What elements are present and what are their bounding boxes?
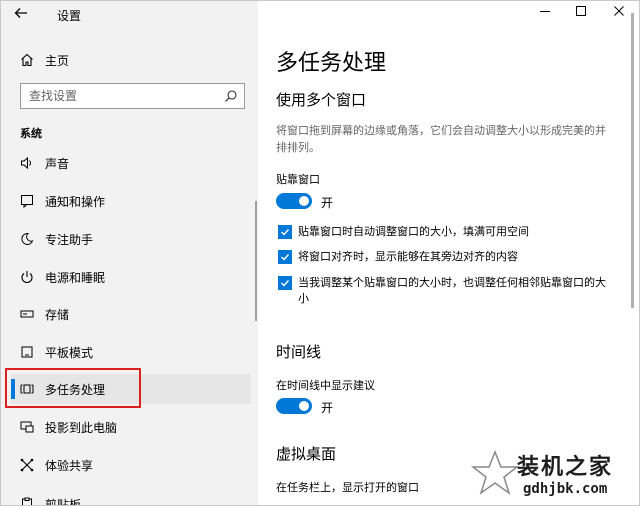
back-arrow-icon: [14, 8, 27, 18]
home-nav-item[interactable]: 主页: [11, 47, 251, 73]
watermark-title: 装机之家: [517, 454, 614, 480]
sidebar-item-storage[interactable]: 存储: [11, 299, 251, 329]
highlight-annotation-box: [5, 368, 141, 408]
notification-icon: [19, 193, 35, 209]
search-icon[interactable]: [224, 89, 238, 103]
moon-icon: [19, 231, 35, 247]
section-heading-timeline: 时间线: [276, 343, 322, 361]
close-button[interactable]: [609, 5, 629, 23]
sidebar-item-label: 体验共享: [45, 458, 94, 473]
speaker-icon: [19, 155, 35, 171]
sidebar-item-label: 电源和睡眠: [45, 270, 106, 285]
sidebar: 设置 主页 系统 声音 通知和操作: [1, 1, 258, 506]
snap-windows-toggle[interactable]: [276, 193, 312, 209]
sidebar-item-label: 存储: [45, 307, 70, 322]
home-label: 主页: [45, 53, 70, 68]
page-title: 多任务处理: [276, 51, 387, 76]
power-icon: [19, 269, 35, 285]
sidebar-item-clipboard[interactable]: 剪贴板: [11, 489, 251, 506]
sidebar-item-shared-experiences[interactable]: 体验共享: [11, 450, 251, 480]
clipboard-icon: [19, 496, 35, 505]
timeline-suggestions-toggle[interactable]: [276, 398, 312, 414]
star-logo-icon: [471, 449, 519, 495]
snap-toggle-title: 贴靠窗口: [276, 173, 320, 186]
search-box[interactable]: [20, 83, 245, 109]
checkmark-icon: [281, 280, 290, 287]
snap-option-fill-label: 贴靠窗口时自动调整窗口的大小，填满可用空间: [298, 225, 529, 238]
sidebar-scrollbar[interactable]: [255, 201, 257, 321]
sidebar-item-label: 投影到此电脑: [45, 420, 118, 435]
section-heading-snap: 使用多个窗口: [276, 91, 367, 109]
sidebar-item-focus-assist[interactable]: 专注助手: [11, 224, 251, 254]
storage-icon: [19, 306, 35, 322]
snap-option-fill-checkbox[interactable]: [278, 225, 292, 239]
section-heading-virtual-desktops: 虚拟桌面: [276, 445, 337, 463]
watermark: 装机之家 gdhjbk.com: [471, 447, 639, 505]
section-title: 系统: [20, 127, 42, 140]
maximize-button[interactable]: [571, 5, 591, 23]
sidebar-item-tablet-mode[interactable]: 平板模式: [11, 337, 251, 367]
content-pane: 多任务处理 使用多个窗口 将窗口拖到屏幕的边缘或角落，它们会自动调整大小以形成完…: [258, 1, 639, 505]
back-button[interactable]: [13, 5, 35, 27]
close-icon: [614, 6, 624, 16]
content-scrollbar[interactable]: [631, 13, 634, 308]
sidebar-item-label: 声音: [45, 156, 70, 171]
settings-window: 设置 主页 系统 声音 通知和操作: [0, 0, 640, 506]
sidebar-item-sound[interactable]: 声音: [11, 148, 251, 178]
snap-option-resize-checkbox[interactable]: [278, 276, 292, 290]
home-icon: [19, 52, 35, 68]
toggle-knob: [299, 196, 309, 206]
snap-description: 将窗口拖到屏幕的边缘或角落，它们会自动调整大小以形成完美的并排排列。: [276, 124, 606, 154]
minimize-button[interactable]: [535, 5, 555, 23]
share-icon: [19, 457, 35, 473]
timeline-toggle-state: 开: [321, 401, 334, 415]
checkmark-icon: [281, 229, 290, 236]
app-title: 设置: [57, 9, 82, 23]
toggle-knob: [299, 401, 309, 411]
snap-option-resize-label: 当我调整某个贴靠窗口的大小时，也调整任何相邻贴靠窗口的大小: [298, 276, 606, 305]
snap-option-show-label: 将窗口对齐时，显示能够在其旁边对齐的内容: [298, 250, 518, 263]
maximize-icon: [576, 6, 586, 16]
sidebar-item-label: 通知和操作: [45, 194, 106, 209]
checkmark-icon: [281, 254, 290, 261]
snap-toggle-state: 开: [321, 196, 334, 210]
watermark-url: gdhjbk.com: [523, 481, 608, 497]
sidebar-item-power[interactable]: 电源和睡眠: [11, 262, 251, 292]
timeline-toggle-title: 在时间线中显示建议: [276, 379, 375, 392]
virtual-desktops-subtitle: 在任务栏上，显示打开的窗口: [276, 481, 419, 494]
sidebar-item-project-to-pc[interactable]: 投影到此电脑: [11, 412, 251, 442]
sidebar-item-label: 剪贴板: [45, 497, 82, 506]
projector-icon: [19, 419, 35, 435]
search-input[interactable]: [21, 84, 216, 108]
minimize-icon: [540, 11, 550, 12]
snap-option-show-checkbox[interactable]: [278, 250, 292, 264]
tablet-icon: [19, 344, 35, 360]
sidebar-item-notifications[interactable]: 通知和操作: [11, 186, 251, 216]
sidebar-item-label: 平板模式: [45, 345, 94, 360]
sidebar-item-label: 专注助手: [45, 232, 94, 247]
